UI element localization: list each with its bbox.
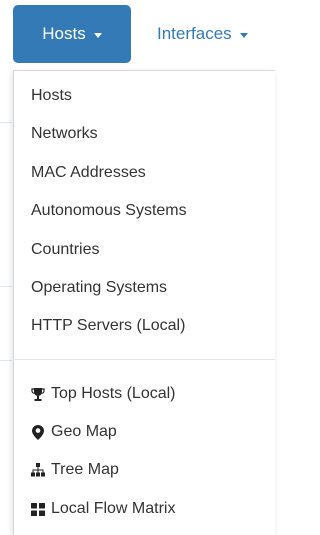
th-large-icon <box>31 501 45 517</box>
menu-item-local-flow-matrix[interactable]: Local Flow Matrix <box>31 499 175 519</box>
menu-item-top-hosts[interactable]: Top Hosts (Local) <box>31 384 176 404</box>
menu-divider <box>13 359 275 360</box>
trophy-icon <box>31 386 45 402</box>
menu-item-hosts[interactable]: Hosts <box>31 86 72 106</box>
caret-down-icon <box>93 32 102 38</box>
background-line <box>0 286 12 287</box>
top-navbar: Hosts Interfaces <box>0 0 275 70</box>
background-line <box>0 360 12 361</box>
caret-down-icon <box>239 32 248 38</box>
interfaces-menu-link[interactable]: Interfaces <box>157 5 248 63</box>
menu-item-tree-map[interactable]: Tree Map <box>31 460 119 480</box>
map-marker-icon <box>31 424 45 440</box>
menu-item-label: Top Hosts (Local) <box>51 385 176 402</box>
sitemap-icon <box>31 462 45 478</box>
page: Hosts Interfaces Hosts Networks MAC Addr… <box>0 0 275 535</box>
menu-item-mac-addresses[interactable]: MAC Addresses <box>31 163 146 183</box>
hosts-menu-button[interactable]: Hosts <box>13 5 131 63</box>
menu-item-label: MAC Addresses <box>31 164 146 181</box>
menu-item-label: Tree Map <box>51 461 119 478</box>
menu-item-geo-map[interactable]: Geo Map <box>31 422 117 442</box>
menu-item-networks[interactable]: Networks <box>31 124 98 144</box>
background-line <box>0 122 12 123</box>
menu-item-label: Local Flow Matrix <box>51 500 176 517</box>
menu-item-label: Autonomous Systems <box>31 202 187 219</box>
menu-item-label: Networks <box>31 125 98 142</box>
menu-item-label: Operating Systems <box>31 279 168 296</box>
menu-item-label: Hosts <box>31 87 72 104</box>
menu-item-label: HTTP Servers (Local) <box>31 317 186 334</box>
menu-item-operating-systems[interactable]: Operating Systems <box>31 278 167 298</box>
menu-item-http-servers[interactable]: HTTP Servers (Local) <box>31 316 185 336</box>
menu-item-label: Countries <box>31 241 100 258</box>
interfaces-menu-label: Interfaces <box>157 24 232 43</box>
hosts-menu-label: Hosts <box>42 24 86 43</box>
menu-item-autonomous-systems[interactable]: Autonomous Systems <box>31 201 187 221</box>
menu-item-countries[interactable]: Countries <box>31 240 99 260</box>
menu-item-label: Geo Map <box>51 423 117 440</box>
